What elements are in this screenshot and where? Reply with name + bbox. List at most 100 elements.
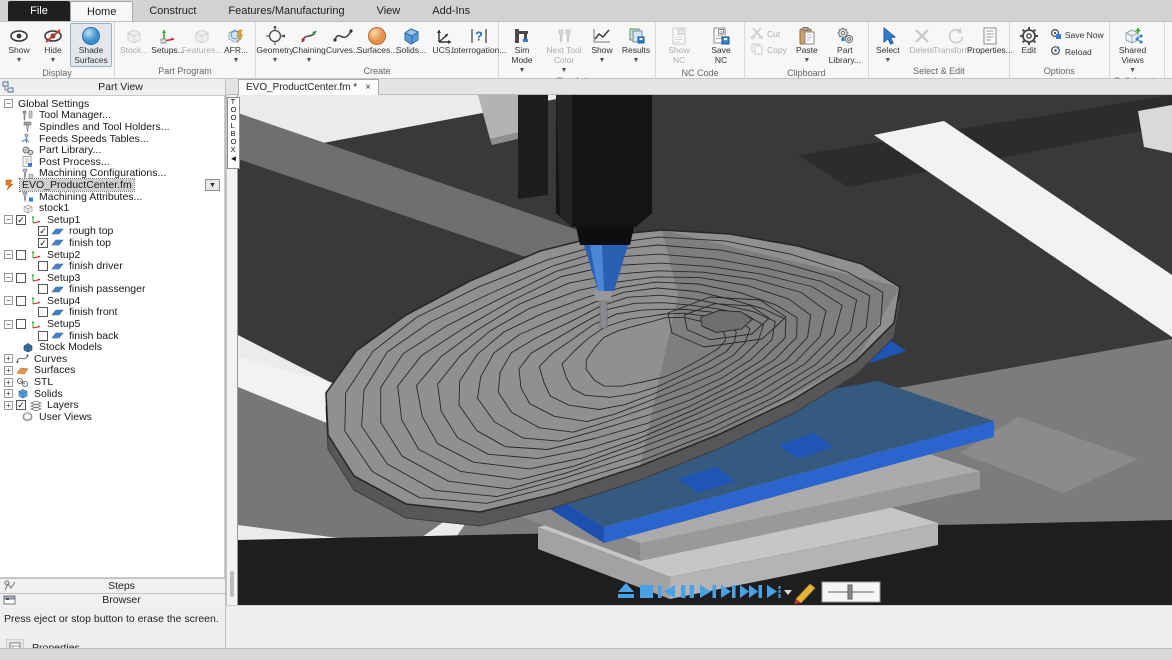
tree-item-surfaces[interactable]: +Surfaces: [0, 365, 224, 377]
solids-button[interactable]: Solids...: [394, 23, 428, 65]
properties-button[interactable]: Properties...: [973, 23, 1007, 65]
collapse-icon[interactable]: −: [4, 273, 13, 282]
checkbox-checked[interactable]: ✓: [38, 238, 48, 248]
tree-item-setup1[interactable]: −✓ Setup1: [0, 214, 224, 226]
tree-item-stl[interactable]: +STL: [0, 376, 224, 388]
checkbox-checked[interactable]: ✓: [16, 400, 26, 410]
expand-icon[interactable]: +: [4, 401, 13, 410]
tree-item-stock-models[interactable]: Stock Models: [0, 341, 224, 353]
checkbox-unchecked[interactable]: [38, 261, 48, 271]
tree-item-curves[interactable]: +Curves: [0, 353, 224, 365]
checkbox-unchecked[interactable]: [38, 331, 48, 341]
show-button[interactable]: Show▼: [2, 23, 36, 67]
tree-item-tool-manager[interactable]: Tool Manager...: [0, 110, 224, 122]
expand-icon[interactable]: +: [4, 389, 13, 398]
edit-button[interactable]: Edit: [1012, 23, 1046, 65]
steps-label: Steps: [18, 580, 225, 592]
select-button[interactable]: Select▼: [871, 23, 905, 65]
tree-item-finish-front[interactable]: finish front: [0, 307, 224, 319]
cursor-icon: [877, 26, 899, 46]
tree-item-solids[interactable]: +Solids: [0, 388, 224, 400]
reload-button[interactable]: Reload: [1046, 43, 1107, 60]
collapse-icon[interactable]: −: [4, 296, 13, 305]
tree-item-machining-attributes[interactable]: Machining Attributes...: [0, 191, 224, 203]
expand-icon[interactable]: +: [4, 354, 13, 363]
tree-item-label: Setup1: [45, 214, 82, 226]
tree-item-rough-top[interactable]: ✓rough top: [0, 226, 224, 238]
menu-tab-home[interactable]: Home: [70, 1, 133, 21]
toolbox-tab[interactable]: TOOLBOX ◄: [227, 97, 240, 169]
menu-tab-features-manufacturing[interactable]: Features/Manufacturing: [212, 0, 360, 21]
interrogation-button[interactable]: ?Interrogation...: [462, 23, 496, 65]
toolbox-collapse-icon[interactable]: ◄: [230, 155, 238, 163]
steps-panel-bar[interactable]: Steps: [0, 578, 225, 593]
tree-item-global-settings[interactable]: −Global Settings: [0, 98, 224, 110]
scrollbar-thumb[interactable]: [230, 571, 234, 597]
tree-item-setup5[interactable]: −Setup5: [0, 318, 224, 330]
checkbox-unchecked[interactable]: [16, 250, 26, 260]
tree-item-part-library[interactable]: Part Library...: [0, 144, 224, 156]
save-now-button[interactable]: Save Now: [1046, 26, 1107, 43]
tree-item-setup2[interactable]: −Setup2: [0, 249, 224, 261]
sim-mode-button[interactable]: Sim Mode▼: [501, 23, 543, 75]
tree-item-feeds-speeds-tables[interactable]: Feeds Speeds Tables...: [0, 133, 224, 145]
collapse-icon[interactable]: −: [4, 320, 13, 329]
collapse-icon[interactable]: −: [4, 250, 13, 259]
setup-icon: [29, 214, 42, 225]
stop-button[interactable]: [640, 585, 653, 598]
checkbox-checked[interactable]: ✓: [38, 226, 48, 236]
checkbox-unchecked[interactable]: [16, 273, 26, 283]
tree-item-setup3[interactable]: −Setup3: [0, 272, 224, 284]
simulation-scene[interactable]: [238, 95, 1172, 605]
tree-item-setup4[interactable]: −Setup4: [0, 295, 224, 307]
file-menu-button[interactable]: File: [8, 1, 70, 21]
ucs-button[interactable]: UCS...: [428, 23, 462, 65]
tree-item-evo-productcenter-fm[interactable]: EVO_ProductCenter.fm▼: [0, 179, 224, 191]
shared-views-button[interactable]: Shared Views▼: [1112, 23, 1154, 75]
shade-surfaces-button[interactable]: Shade Surfaces: [70, 23, 112, 67]
collapse-icon[interactable]: −: [4, 99, 13, 108]
tree-item-finish-driver[interactable]: finish driver: [0, 260, 224, 272]
collapse-icon[interactable]: −: [4, 215, 13, 224]
tree-item-finish-top[interactable]: ✓finish top: [0, 237, 224, 249]
tree-item-finish-back[interactable]: finish back: [0, 330, 224, 342]
chaining-button[interactable]: Chaining▼: [292, 23, 326, 65]
setups-button[interactable]: Setups...: [151, 23, 185, 65]
expand-icon[interactable]: +: [4, 366, 13, 375]
graphics-viewport[interactable]: [238, 95, 1172, 605]
tree-item-user-views[interactable]: User Views: [0, 411, 224, 423]
checkbox-unchecked[interactable]: [16, 319, 26, 329]
results-button[interactable]: Results▼: [619, 23, 653, 75]
viewport-scrollbar[interactable]: [226, 95, 238, 605]
tree-item-layers[interactable]: +✓Layers: [0, 399, 224, 411]
tree-item-post-process[interactable]: Post Process...: [0, 156, 224, 168]
paste-button[interactable]: Paste▼: [790, 23, 824, 67]
dropdown-caret-icon: ▼: [519, 67, 526, 74]
close-tab-icon[interactable]: ×: [365, 82, 371, 93]
part-library-button[interactable]: Part Library...: [824, 23, 866, 67]
afr-button[interactable]: AFR...▼: [219, 23, 253, 65]
menu-tab-construct[interactable]: Construct: [133, 0, 212, 21]
document-tab[interactable]: EVO_ProductCenter.fm * ×: [238, 79, 379, 95]
tree-item-stock1[interactable]: stock1: [0, 202, 224, 214]
checkbox-unchecked[interactable]: [38, 284, 48, 294]
surfaces-button[interactable]: Surfaces...: [360, 23, 394, 65]
menu-tab-add-ins[interactable]: Add-Ins: [416, 0, 486, 21]
tree-item-finish-passenger[interactable]: finish passenger: [0, 284, 224, 296]
hide-button[interactable]: Hide▼: [36, 23, 70, 67]
expand-icon[interactable]: +: [4, 378, 13, 387]
curves-button[interactable]: Curves...: [326, 23, 360, 65]
speed-slider[interactable]: [822, 582, 880, 602]
checkbox-unchecked[interactable]: [16, 296, 26, 306]
tree-item-spindles-and-tool-holders[interactable]: Spindles and Tool Holders...: [0, 121, 224, 133]
show-button[interactable]: Show▼: [585, 23, 619, 75]
save-nc-button[interactable]: GSave NC: [700, 23, 742, 67]
slider-thumb[interactable]: [848, 585, 852, 599]
geometry-button[interactable]: Geometry▼: [258, 23, 292, 65]
tree-item-machining-configurations[interactable]: Machining Configurations...: [0, 168, 224, 180]
checkbox-checked[interactable]: ✓: [16, 215, 26, 225]
menu-tab-view[interactable]: View: [361, 0, 417, 21]
browser-panel-bar[interactable]: Browser: [0, 593, 225, 608]
tree-dropdown-button[interactable]: ▼: [205, 179, 220, 191]
checkbox-unchecked[interactable]: [38, 307, 48, 317]
